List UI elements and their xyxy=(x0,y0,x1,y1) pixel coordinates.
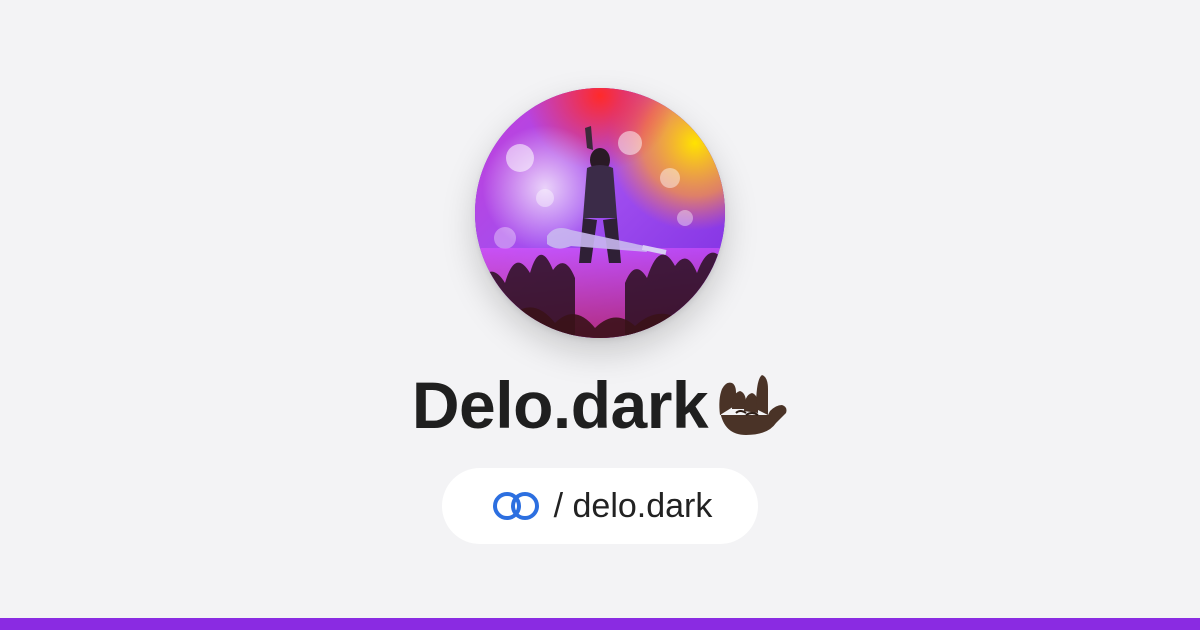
profile-handle: / delo.dark xyxy=(553,487,713,525)
love-you-gesture-emoji xyxy=(710,369,788,441)
profile-title-row: Delo.dark xyxy=(0,360,1200,450)
profile-link-button[interactable]: / delo.dark xyxy=(442,468,758,544)
profile-avatar xyxy=(475,88,725,338)
link-icon xyxy=(488,489,544,523)
accent-bar xyxy=(0,618,1200,630)
profile-name: Delo.dark xyxy=(411,368,709,442)
concert-guitarist-photo xyxy=(475,88,725,338)
